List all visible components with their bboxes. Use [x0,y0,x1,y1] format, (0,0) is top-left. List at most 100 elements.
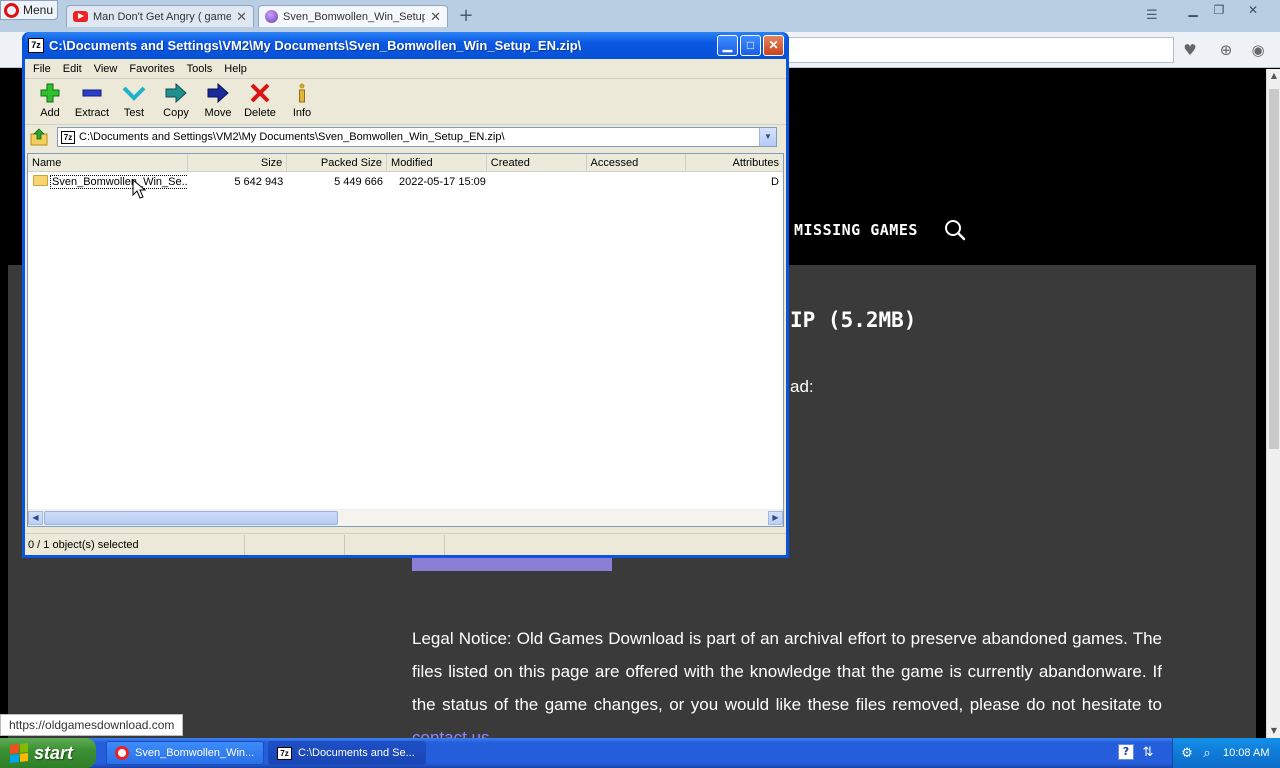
opera-icon [115,746,129,760]
column-header-created[interactable]: Created [487,154,587,172]
7zip-icon: 7z [28,38,44,53]
browser-scrollbar[interactable]: ▲ ▼ [1266,69,1280,738]
browser-close-icon[interactable]: ✕ [1242,2,1264,18]
browser-scroll-thumb[interactable] [1269,89,1279,449]
mouse-cursor-icon [132,179,146,199]
taskbar-button-label: Sven_Bomwollen_Win... [135,747,255,759]
tab-close-icon[interactable]: ✕ [236,9,247,25]
menu-file[interactable]: File [27,63,57,75]
contact-us-link[interactable]: contact us [412,728,490,738]
zip-body: File Edit View Favorites Tools Help Add … [25,59,786,555]
help-tray-icon[interactable]: ? [1118,744,1134,760]
zip-minimize-button[interactable]: ▁ [717,35,738,56]
system-tray: ⚙ ⌕ 10:08 AM [1172,738,1280,768]
folder-icon [33,175,48,186]
scroll-down-icon[interactable]: ▼ [1267,724,1280,738]
download-icon[interactable]: ⊕ [1216,40,1236,60]
taskbar: start Sven_Bomwollen_Win... 7z C:\Docume… [0,738,1280,768]
zip-window: 7z C:\Documents and Settings\VM2\My Docu… [22,32,789,558]
scroll-right-icon[interactable]: ▶ [768,511,783,525]
scroll-left-icon[interactable]: ◀ [28,511,43,525]
column-header-attributes[interactable]: Attributes [686,154,783,172]
heart-icon[interactable]: ♥ [1180,40,1200,60]
zip-titlebar[interactable]: 7z C:\Documents and Settings\VM2\My Docu… [25,32,786,59]
browser-url-field[interactable] [786,37,1174,63]
opera-logo-icon [4,2,19,18]
zip-hscroll-thumb[interactable] [44,511,338,525]
safely-remove-icon[interactable]: ⚙ [1179,745,1195,761]
zip-file-list[interactable]: Name Size Packed Size Modified Created A… [27,153,784,527]
menu-help[interactable]: Help [218,63,253,75]
extract-icon [82,89,102,97]
delete-label: Delete [244,107,276,119]
download-heading: IP (5.2MB) [790,308,917,332]
test-button[interactable]: Test [113,79,155,119]
row-modified: 2022-05-17 15:09 [399,176,486,188]
legal-notice: Legal Notice: Old Games Download is part… [412,622,1162,738]
zip-status-panel [245,535,345,555]
zip-status-panel [345,535,445,555]
row-created [487,173,587,191]
taskbar-button-7zip[interactable]: 7z C:\Documents and Se... [268,741,426,765]
taskbar-button-opera[interactable]: Sven_Bomwollen_Win... [106,741,264,765]
zip-archive-icon: 7z [61,130,75,144]
legal-notice-text: Legal Notice: Old Games Download is part… [412,629,1162,714]
column-header-accessed[interactable]: Accessed [587,154,687,172]
column-header-name[interactable]: Name [28,154,188,172]
row-packed-size: 5 449 666 [334,176,384,188]
row-name: Sven_Bomwollen_Win_Se... [50,175,188,189]
zip-close-button[interactable]: ✕ [763,35,784,56]
account-icon[interactable]: ◉ [1248,40,1268,60]
taskbar-button-label: C:\Documents and Se... [298,747,415,759]
search-tray-icon[interactable]: ⌕ [1199,745,1215,761]
nav-missing-games[interactable]: MISSING GAMES [794,221,918,239]
zip-path-text: C:\Documents and Settings\VM2\My Documen… [79,131,505,143]
zip-status-selection: 0 / 1 object(s) selected [25,535,245,555]
browser-menu-label: Menu [23,3,54,17]
browser-restore-icon[interactable]: ❐ [1208,2,1230,18]
add-icon [40,83,60,103]
column-header-packed-size[interactable]: Packed Size [287,154,388,172]
extract-button[interactable]: Extract [71,79,113,119]
row-accessed [587,173,687,191]
column-header-modified[interactable]: Modified [387,154,487,172]
zip-pathbar: 7z C:\Documents and Settings\VM2\My Docu… [25,125,786,149]
scroll-up-icon[interactable]: ▲ [1267,69,1280,83]
browser-tab-sven[interactable]: Sven_Bomwollen_Win_Setup ✕ [258,5,448,27]
add-button[interactable]: Add [29,79,71,119]
start-button[interactable]: start [0,738,96,768]
browser-tabbar: Menu Man Don't Get Angry ( game ✕ Sven_B… [0,0,1280,32]
menu-favorites[interactable]: Favorites [123,63,180,75]
row-name-cell[interactable]: Sven_Bomwollen_Win_Se... [28,173,188,191]
browser-tab-label: Sven_Bomwollen_Win_Setup [283,10,426,23]
browser-menu-button[interactable]: Menu [0,0,58,20]
browser-minimize-icon[interactable]: ▁ [1182,2,1204,18]
zip-maximize-button[interactable]: □ [740,35,761,56]
new-tab-button[interactable]: + [456,6,476,26]
zip-path-combo[interactable]: 7z C:\Documents and Settings\VM2\My Docu… [57,127,777,147]
menu-tools[interactable]: Tools [181,63,219,75]
folder-up-icon[interactable] [29,127,49,147]
add-label: Add [40,107,60,119]
menu-view[interactable]: View [88,63,124,75]
move-icon [207,82,229,104]
search-icon[interactable] [944,219,966,241]
copy-button[interactable]: Copy [155,79,197,119]
info-button[interactable]: Info [281,79,323,119]
chevron-down-icon[interactable]: ▼ [759,128,776,146]
tab-close-icon[interactable]: ✕ [430,9,441,25]
move-button[interactable]: Move [197,79,239,119]
row-attributes: D [771,176,779,188]
zip-menubar: File Edit View Favorites Tools Help [25,59,786,79]
column-header-size[interactable]: Size [188,154,288,172]
network-tray-icon[interactable]: ⇅ [1140,745,1156,761]
zip-horizontal-scrollbar[interactable]: ◀ ▶ [28,509,783,526]
delete-button[interactable]: Delete [239,79,281,119]
browser-tab-game[interactable]: Man Don't Get Angry ( game ✕ [66,5,254,27]
row-size: 5 642 943 [234,176,284,188]
menu-edit[interactable]: Edit [57,63,88,75]
status-url-tooltip: https://oldgamesdownload.com [0,714,184,736]
start-label: start [34,742,74,763]
extract-label: Extract [74,107,110,119]
tab-list-icon[interactable]: ☰ [1146,8,1164,24]
